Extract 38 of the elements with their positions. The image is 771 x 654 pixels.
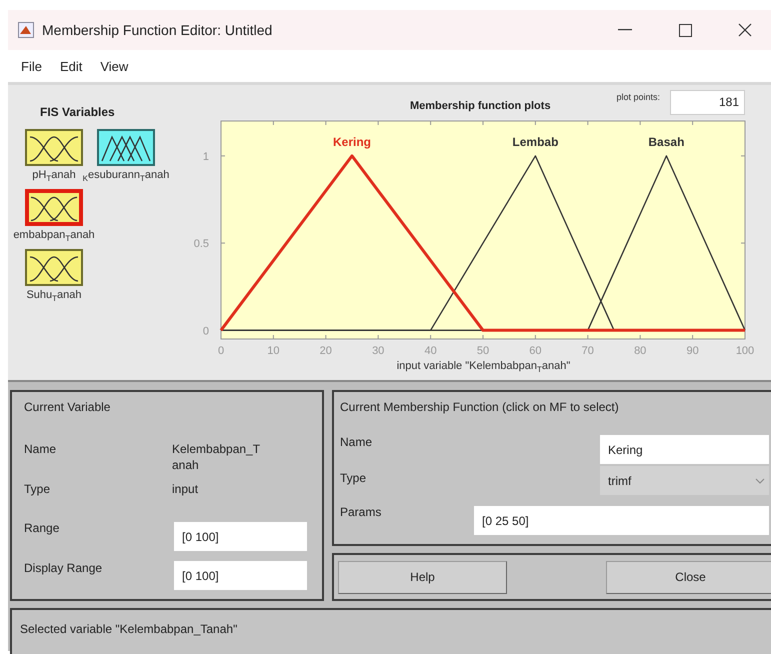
tick-label: 30 (372, 345, 384, 357)
tick-label: 0 (202, 325, 209, 338)
tick-label: 40 (424, 345, 437, 357)
axis-label: input variable "Kelembabpan$_{T}$anah" (396, 360, 570, 372)
field-label: Name (340, 435, 372, 449)
field-label: Type (340, 471, 366, 485)
tick-label: 90 (686, 345, 699, 357)
mf-label: Lembab (512, 134, 558, 149)
field-label: Type (24, 482, 50, 496)
tick-label: 50 (476, 345, 490, 357)
mf-label: Kering (333, 134, 371, 149)
panel-title: FIS Variables (40, 105, 115, 119)
field-label: Name (24, 442, 56, 456)
tick-label: 100 (736, 345, 754, 357)
tick-label: 10 (267, 345, 280, 357)
tick-label: 0.5 (194, 238, 209, 250)
window-title: Membership Function Editor: Untitled (42, 22, 272, 38)
field-label: Display Range (24, 561, 102, 575)
tick-label: 1 (202, 150, 209, 163)
variable-label: Suhu$_{T}$anah (26, 289, 82, 305)
tick-label: 0 (218, 345, 224, 357)
status-text: Selected variable "Kelembabpan_Tanah" (20, 622, 238, 636)
field-label: Range (24, 521, 60, 535)
tick-label: 80 (634, 345, 646, 357)
tick-label: 20 (320, 345, 332, 357)
chart-title: Membership function plots (410, 100, 551, 112)
tick-label: 70 (582, 345, 594, 357)
tick-label: 60 (529, 345, 542, 357)
variable-label: embabpan$_{T}$anah (13, 229, 95, 245)
field-label: Params (340, 505, 382, 519)
variable-name: Kelembabpan_Tanah (172, 441, 262, 473)
variable-type: input (172, 482, 198, 496)
mf-label: Basah (648, 134, 684, 149)
panel-title: Current Variable (24, 400, 110, 414)
field-label: plot points: (616, 92, 660, 102)
panel-title: Current Membership Function (click on MF to select) (340, 400, 619, 414)
variable-label: $_{K}$esuburann$_{T}$anah (82, 169, 170, 185)
variable-label: pH$_{T}$anah (32, 169, 76, 185)
